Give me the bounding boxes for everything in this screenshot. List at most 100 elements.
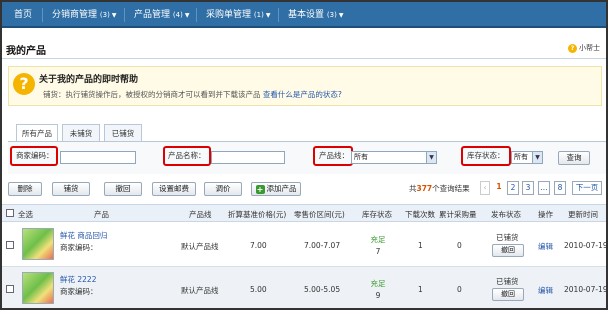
prev-page-button[interactable]: ‹: [480, 181, 490, 195]
nav-count: (4): [172, 11, 183, 19]
row-checkbox[interactable]: [6, 241, 14, 249]
select-value: 所有: [354, 153, 368, 161]
nav-divider: [278, 8, 279, 22]
table-row: 鲜花 商品回归 商家编码： 默认产品线 7.00 7.00-7.07 充足 7 1…: [2, 223, 606, 267]
tab-distributed[interactable]: 已铺货: [104, 124, 142, 142]
row-withdraw-button[interactable]: 撤回: [492, 244, 524, 257]
table-row: 鲜花 2222 商家编码： 默认产品线 5.00 5.00-5.05 充足 9 1…: [2, 267, 606, 308]
product-thumbnail[interactable]: [22, 228, 54, 260]
page-8[interactable]: 8: [554, 181, 566, 195]
question-icon: ?: [13, 73, 35, 95]
chevron-down-icon: ▼: [111, 12, 117, 19]
chevron-down-icon: ▼: [426, 152, 436, 163]
publish-status: 已铺货: [496, 277, 519, 286]
product-thumbnail[interactable]: [22, 272, 54, 304]
row-withdraw-button[interactable]: 撤回: [492, 288, 524, 301]
merchant-code-input[interactable]: [60, 151, 136, 164]
product-name-link[interactable]: 鲜花 2222: [60, 274, 96, 285]
header-operation: 操作: [538, 210, 553, 219]
adjust-price-button[interactable]: 调价: [204, 182, 242, 196]
chevron-down-icon: ▼: [338, 12, 344, 19]
total-prefix: 共: [409, 184, 417, 193]
base-price: 7.00: [250, 241, 267, 250]
select-value: 所有: [514, 153, 528, 161]
page-3[interactable]: 3: [522, 181, 534, 195]
product-line-select[interactable]: 所有 ▼: [351, 151, 437, 164]
purchase-count: 0: [457, 285, 462, 294]
price-range: 5.00-5.05: [304, 285, 341, 294]
stock-count: 7: [375, 247, 381, 256]
nav-divider: [42, 8, 43, 22]
help-description: 铺货：执行铺货操作后，被授权的分销商才可以看到并下载该产品 查看什么是产品的状态…: [43, 89, 342, 100]
help-text: 铺货：执行铺货操作后，被授权的分销商才可以看到并下载该产品: [43, 90, 261, 99]
header-purchases: 累计采购量: [439, 210, 477, 219]
add-product-button[interactable]: + 添加产品: [251, 182, 301, 196]
nav-home[interactable]: 首页: [14, 2, 32, 28]
product-name-label: 产品名称：: [168, 151, 206, 160]
total-count: 377: [416, 184, 433, 193]
help-status-link[interactable]: 查看什么是产品的状态?: [263, 90, 342, 99]
nav-purchase-order-management[interactable]: 采购单管理 (1) ▼: [206, 2, 270, 28]
product-name-link[interactable]: 鲜花 商品回归: [60, 230, 107, 241]
page-2[interactable]: 2: [507, 181, 519, 195]
distribute-button[interactable]: 铺货: [52, 182, 90, 196]
nav-label: 产品管理: [134, 10, 171, 20]
nav-count: (3): [99, 11, 110, 19]
edit-link[interactable]: 编辑: [538, 285, 553, 296]
nav-label: 分销商管理: [52, 10, 98, 20]
product-line-label: 产品线：: [319, 151, 349, 160]
price-range: 7.00-7.07: [304, 241, 341, 250]
plus-icon: +: [255, 185, 265, 194]
header-base-price: 折算基准价格(元): [228, 210, 287, 219]
product-name-input[interactable]: [211, 151, 285, 164]
helper-label: 小帮士: [579, 44, 600, 52]
select-all-checkbox[interactable]: [6, 209, 14, 217]
edit-link[interactable]: 编辑: [538, 241, 553, 252]
stock-status-label: 库存状态：: [467, 151, 505, 160]
product-line: 默认产品线: [181, 242, 219, 251]
help-icon: ?: [568, 44, 577, 53]
page-ellipsis: ...: [538, 181, 550, 195]
header-stock-status: 库存状态: [362, 210, 392, 219]
header-downloads: 下载次数: [405, 210, 435, 219]
base-price: 5.00: [250, 285, 267, 294]
next-page-button[interactable]: 下一页: [572, 181, 602, 195]
merchant-code-label: 商家编码：: [16, 151, 54, 160]
app-frame: 首页 分销商管理 (3) ▼ 产品管理 (4) ▼ 采购单管理 (1) ▼ 基本设置 …: [0, 0, 608, 310]
header-price-range: 零售价区间(元): [294, 210, 345, 219]
query-button[interactable]: 查询: [558, 151, 590, 165]
nav-label: 基本设置: [288, 10, 325, 20]
add-product-label: 添加产品: [266, 184, 297, 193]
withdraw-button[interactable]: 撤回: [104, 182, 142, 196]
nav-label: 首页: [14, 10, 33, 20]
tab-not-distributed[interactable]: 未铺货: [62, 124, 100, 142]
row-checkbox[interactable]: [6, 285, 14, 293]
stock-count: 9: [375, 291, 381, 300]
result-count: 共377个查询结果: [409, 183, 470, 194]
filter-bar: 商家编码： 产品名称： 产品线： 所有 ▼ 库存状态： 所有 ▼ 查询: [8, 142, 606, 174]
nav-label: 采购单管理: [206, 10, 252, 20]
nav-basic-settings[interactable]: 基本设置 (3) ▼: [288, 2, 343, 28]
stock-label: 充足: [370, 279, 386, 288]
nav-divider: [196, 8, 197, 22]
download-count: 1: [418, 241, 423, 250]
stock-status: 充足 9: [368, 278, 388, 300]
stock-status-select[interactable]: 所有 ▼: [511, 151, 543, 164]
page-1[interactable]: 1: [493, 181, 505, 195]
chevron-down-icon: ▼: [184, 12, 190, 19]
nav-count: (1): [253, 11, 264, 19]
nav-product-management[interactable]: 产品管理 (4) ▼: [134, 2, 189, 28]
chevron-down-icon: ▼: [265, 12, 271, 19]
table-header: 全选 产品 产品线 折算基准价格(元) 零售价区间(元) 库存状态 下载次数 累…: [2, 204, 606, 222]
total-suffix: 个查询结果: [432, 184, 470, 193]
set-postage-button[interactable]: 设置邮费: [152, 182, 196, 196]
helper-link[interactable]: ? 小帮士: [568, 43, 600, 53]
delete-button[interactable]: 删除: [8, 182, 42, 196]
help-title: 关于我的产品的即时帮助: [39, 75, 139, 85]
download-count: 1: [418, 285, 423, 294]
nav-distributor-management[interactable]: 分销商管理 (3) ▼: [52, 2, 116, 28]
update-time: 2010-07-19: [564, 241, 608, 250]
purchase-count: 0: [457, 241, 462, 250]
chevron-down-icon: ▼: [532, 152, 542, 163]
header-select-all[interactable]: 全选: [18, 209, 33, 220]
